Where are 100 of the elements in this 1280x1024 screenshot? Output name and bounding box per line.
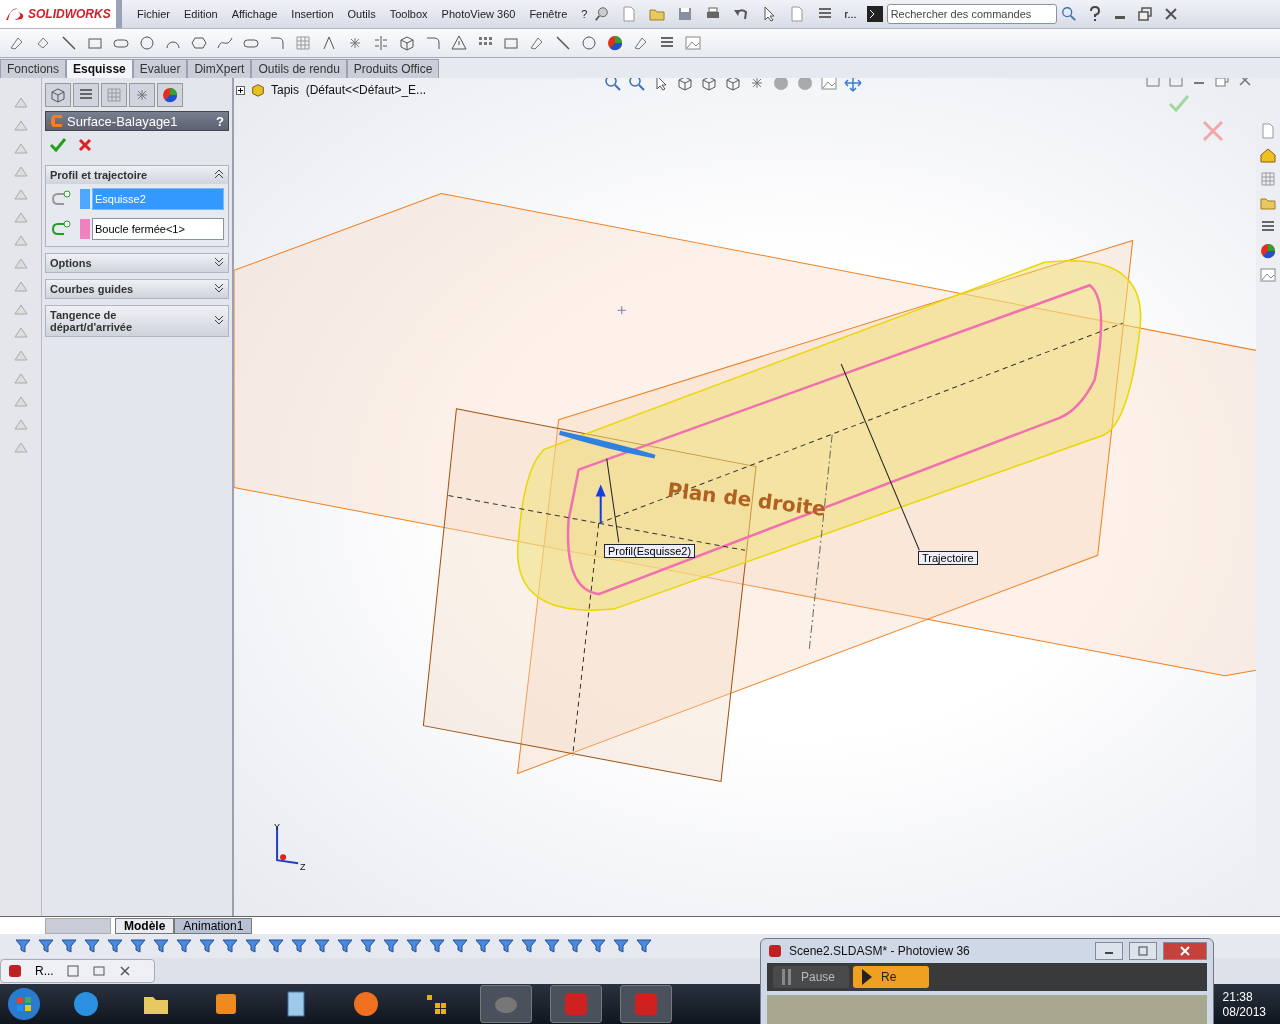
expand-icon[interactable] — [214, 257, 224, 267]
group-header[interactable]: Tangence de départ/d'arrivée — [46, 306, 228, 336]
zoom-icon[interactable] — [604, 78, 622, 92]
menu-item[interactable]: Outils — [340, 8, 383, 20]
terminal-icon — [866, 6, 883, 22]
filter-icon[interactable] — [543, 937, 561, 955]
polygon-icon[interactable] — [190, 34, 208, 52]
filter-icon[interactable] — [60, 937, 78, 955]
filter-icon[interactable] — [635, 937, 653, 955]
group-header[interactable]: Profil et trajectoire — [46, 166, 228, 184]
filter-icon[interactable] — [290, 937, 308, 955]
collapse-icon[interactable] — [214, 169, 224, 179]
filter-icon[interactable] — [336, 937, 354, 955]
pause-button[interactable]: Pause — [773, 966, 849, 988]
model-tab[interactable]: Modèle — [115, 918, 175, 934]
circle-icon[interactable] — [138, 34, 156, 52]
filter-icon[interactable] — [198, 937, 216, 955]
close-button[interactable] — [1163, 942, 1207, 960]
filter-icon[interactable] — [589, 937, 607, 955]
command-tab[interactable]: Evaluer — [132, 59, 188, 78]
filter-icon[interactable] — [221, 937, 239, 955]
filter-icon[interactable] — [382, 937, 400, 955]
command-tab[interactable]: DimXpert — [187, 59, 252, 78]
picture-icon[interactable] — [684, 34, 702, 52]
minimize-button[interactable] — [1095, 942, 1123, 960]
filter-icon[interactable] — [405, 937, 423, 955]
filter-icon[interactable] — [37, 937, 55, 955]
group-header[interactable]: Courbes guides — [46, 280, 228, 298]
filter-icon[interactable] — [451, 937, 469, 955]
zoom-area-icon[interactable] — [628, 78, 646, 92]
play-icon[interactable] — [861, 968, 873, 986]
clock-date: 08/2013 — [1222, 1005, 1266, 1020]
filter-icon[interactable] — [152, 937, 170, 955]
view-orientation-icon[interactable] — [700, 78, 718, 92]
toolbar-button[interactable]: r... — [844, 8, 857, 20]
filter-icon[interactable] — [497, 937, 515, 955]
play-button[interactable]: Re — [853, 966, 929, 988]
filter-icon[interactable] — [129, 937, 147, 955]
filter-icon[interactable] — [474, 937, 492, 955]
expand-icon[interactable] — [236, 85, 245, 95]
window-title: R... — [35, 964, 54, 978]
close-icon[interactable] — [117, 964, 132, 978]
feature-title: Surface-Balayage1 — [67, 113, 179, 129]
cancel-icon[interactable] — [77, 137, 93, 153]
pause-icon[interactable] — [781, 968, 793, 986]
filter-icon[interactable] — [267, 937, 285, 955]
menu-item[interactable]: PhotoView 360 — [434, 8, 523, 20]
command-tab[interactable]: Esquisse — [66, 59, 133, 78]
tree-root-item[interactable]: Tapis (Défaut<<Défaut>_E... — [271, 83, 427, 97]
close-icon[interactable] — [1162, 6, 1179, 22]
menu-item[interactable]: Fichier — [130, 8, 177, 20]
filter-icon[interactable] — [83, 937, 101, 955]
start-button-icon[interactable] — [6, 986, 42, 1022]
menu-item[interactable]: Edition — [177, 8, 225, 20]
maximize-icon[interactable] — [1138, 946, 1148, 956]
restore-icon[interactable] — [1136, 6, 1153, 22]
search-icon[interactable] — [1060, 6, 1077, 22]
fillet-icon[interactable] — [268, 34, 286, 52]
logo-mark-icon — [4, 6, 26, 22]
ok-check-icon[interactable] — [49, 137, 67, 153]
maximize-button[interactable] — [1129, 942, 1157, 960]
mirror-icon[interactable] — [372, 34, 390, 52]
line-icon[interactable] — [60, 34, 78, 52]
help-button[interactable]: ? — [216, 113, 224, 129]
group-header[interactable]: Options — [46, 254, 228, 272]
warning-icon[interactable] — [450, 34, 468, 52]
home-icon[interactable] — [1259, 146, 1277, 164]
menu-item[interactable]: Fenêtre — [522, 8, 575, 20]
search-field[interactable]: Rechercher des commandes — [886, 4, 1057, 24]
feature-tree-icon[interactable] — [45, 83, 71, 107]
expand-icon[interactable] — [214, 315, 224, 325]
filter-icon[interactable] — [313, 937, 331, 955]
assembly-icon — [249, 82, 267, 98]
filter-icon[interactable] — [612, 937, 630, 955]
menu-item[interactable]: Affichage — [224, 8, 285, 20]
cube-icon[interactable] — [398, 34, 416, 52]
display-style-icon[interactable] — [724, 78, 742, 92]
pin-icon[interactable] — [594, 6, 611, 22]
axis-label: Z — [300, 862, 306, 872]
maximize-icon[interactable] — [91, 964, 106, 978]
filter-icon[interactable] — [428, 937, 446, 955]
filter-icon[interactable] — [175, 937, 193, 955]
menu-item[interactable]: ? — [574, 8, 595, 20]
model-tab[interactable]: Animation1 — [174, 918, 253, 934]
command-tab[interactable]: Fonctions — [0, 59, 67, 78]
selection-field[interactable]: Boucle fermée<1> — [92, 218, 224, 240]
menu-item[interactable]: Toolbox — [382, 8, 435, 20]
filter-icon[interactable] — [106, 937, 124, 955]
menu-item[interactable]: Insertion — [284, 8, 341, 20]
filter-icon[interactable] — [14, 937, 32, 955]
minimized-window[interactable]: R... — [0, 959, 155, 983]
filter-icon[interactable] — [566, 937, 584, 955]
system-clock[interactable]: 21:38 08/2013 — [1222, 990, 1266, 1020]
command-tab[interactable]: Produits Office — [346, 59, 440, 78]
filter-icon[interactable] — [359, 937, 377, 955]
axis-label: Y — [274, 822, 280, 832]
expand-icon[interactable] — [214, 283, 224, 293]
command-tab[interactable]: Outils de rendu — [251, 59, 347, 78]
filter-icon[interactable] — [244, 937, 262, 955]
filter-icon[interactable] — [520, 937, 538, 955]
